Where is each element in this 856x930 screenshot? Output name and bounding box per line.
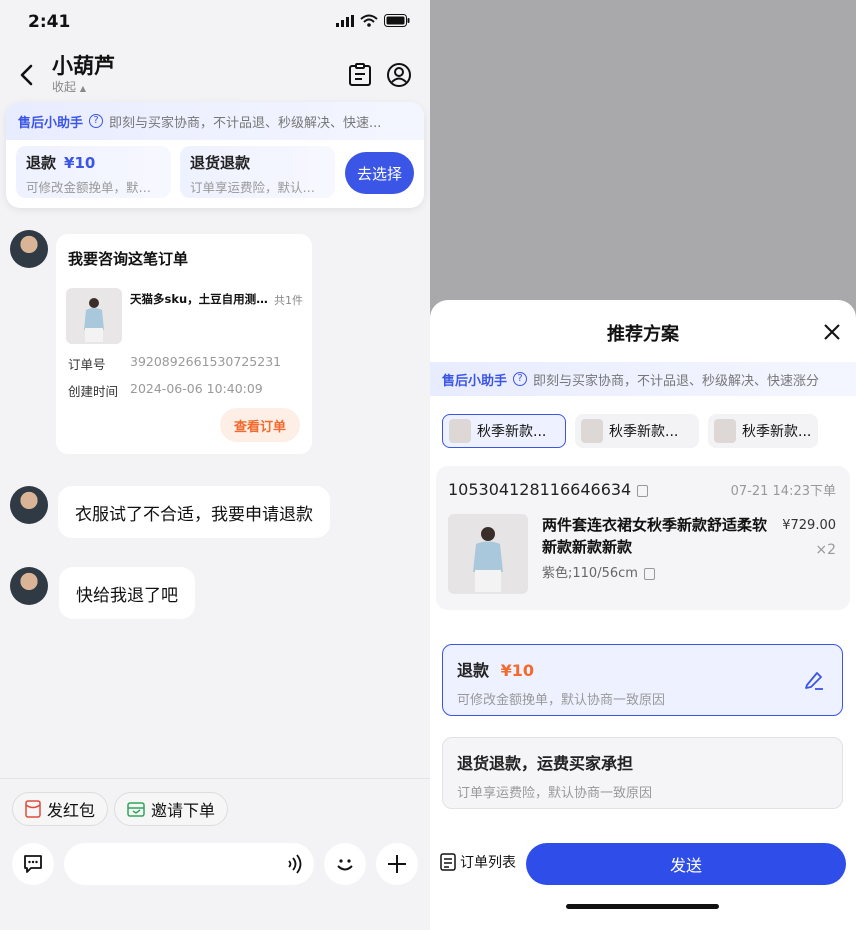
avatar[interactable] (10, 230, 48, 268)
choose-button[interactable]: 去选择 (345, 152, 414, 194)
product-name: 天猫多sku，土豆自用测试商品 (130, 292, 270, 306)
helper-name: 售后小助手 (442, 373, 508, 389)
helper-banner: 售后小助手 ? 即刻与买家协商，不计品退、秒级解决、快速... (6, 102, 424, 140)
product-tab[interactable]: 秋季新款... (708, 414, 818, 448)
status-time: 2:41 (28, 12, 71, 32)
order-time: 07-21 14:23下单 (730, 484, 836, 499)
product-thumbnail[interactable] (66, 288, 122, 344)
plan-title: 退货退款，运费买家承担 (457, 754, 634, 773)
option-desc: 订单享运费险，默认协商一致原因 (190, 180, 325, 195)
signal-icon (336, 14, 354, 27)
created-label: 创建时间 (68, 384, 119, 399)
invite-order-icon (127, 802, 145, 817)
plus-icon (388, 855, 406, 873)
copy-icon[interactable] (643, 567, 655, 580)
product-thumbnail[interactable] (448, 514, 528, 594)
tab-thumbnail (449, 419, 471, 443)
helper-desc: 即刻与买家协商，不计品退、秒级解决、快速涨分 (533, 373, 820, 389)
orders-clipboard-icon[interactable] (347, 62, 373, 88)
red-packet-button[interactable]: 发红包 (12, 792, 109, 826)
tab-label: 秋季新款... (742, 424, 812, 440)
contact-name: 小葫芦 (52, 54, 115, 78)
close-icon[interactable] (822, 322, 842, 342)
tab-label: 秋季新款... (609, 424, 679, 440)
recommend-screen: 推荐方案 售后小助手 ? 即刻与买家协商，不计品退、秒级解决、快速涨分 秋季新款… (430, 0, 856, 930)
order-list-button[interactable]: 订单列表 (440, 852, 516, 872)
tab-label: 秋季新款... (477, 424, 547, 440)
option-refund[interactable]: 退款 ¥10 可修改金额挽单，默认协商一致原因 (16, 146, 171, 198)
plan-desc: 可修改金额挽单，默认协商一致原因 (457, 693, 666, 708)
list-icon (440, 853, 456, 871)
view-order-button[interactable]: 查看订单 (220, 408, 300, 442)
message-input[interactable] (64, 843, 314, 885)
order-detail: 105304128116646634 07-21 14:23下单 两件套连衣裙女… (436, 466, 850, 610)
chip-label: 发红包 (47, 801, 96, 820)
wifi-icon (360, 14, 378, 27)
edit-pencil-icon[interactable] (803, 669, 825, 691)
product-qty: ×2 (815, 542, 836, 558)
voice-icon[interactable] (284, 854, 304, 874)
message-bubble: 衣服试了不合适，我要申请退款 (58, 486, 330, 538)
message-bubble: 快给我退了吧 (59, 567, 195, 619)
product-image (473, 527, 503, 592)
collapse-toggle[interactable]: 收起 ▲ (52, 78, 86, 95)
profile-icon[interactable] (386, 62, 412, 88)
help-icon[interactable]: ? (89, 114, 104, 128)
option-return-refund[interactable]: 退货退款 订单享运费险，默认协商一致原因 (180, 146, 335, 198)
after-sale-helper-card: 售后小助手 ? 即刻与买家协商，不计品退、秒级解决、快速... 退款 ¥10 可修… (6, 102, 424, 208)
order-card-title: 我要咨询这笔订单 (68, 250, 189, 268)
product-spec: 紫色;110/56cm (542, 562, 655, 581)
product-name: 两件套连衣裙女秋季新款舒适柔软新款新款新款 (542, 516, 768, 556)
status-icons (336, 14, 410, 27)
help-icon[interactable]: ? (513, 372, 528, 386)
plan-return-refund[interactable]: 退货退款，运费买家承担 订单享运费险，默认协商一致原因 (442, 737, 843, 809)
back-arrow-icon[interactable] (16, 62, 38, 88)
order-no-value: 3920892661530725231 (130, 354, 282, 369)
order-list-label: 订单列表 (460, 855, 516, 871)
plan-amount: ¥10 (500, 661, 534, 680)
avatar[interactable] (10, 486, 48, 524)
divider (0, 778, 430, 779)
emoji-icon (337, 859, 353, 871)
emoji-button[interactable] (324, 843, 366, 885)
invite-order-button[interactable]: 邀请下单 (114, 792, 229, 826)
product-price: ¥729.00 (782, 518, 836, 533)
red-packet-icon (25, 800, 41, 818)
helper-desc: 即刻与买家协商，不计品退、秒级解决、快速... (109, 115, 382, 131)
plan-refund[interactable]: 退款 ¥10 可修改金额挽单，默认协商一致原因 (442, 644, 843, 716)
helper-banner: 售后小助手 ? 即刻与买家协商，不计品退、秒级解决、快速涨分 (430, 362, 856, 396)
order-number: 105304128116646634 (448, 480, 649, 499)
created-value: 2024-06-06 10:40:09 (130, 381, 263, 396)
caret-up-icon: ▲ (79, 84, 86, 93)
tab-thumbnail (581, 419, 603, 443)
chip-label: 邀请下单 (151, 801, 216, 820)
avatar[interactable] (10, 567, 48, 605)
option-title: 退款 (26, 154, 57, 172)
battery-icon (384, 14, 410, 27)
option-amount: ¥10 (64, 154, 96, 172)
order-card: 我要咨询这笔订单 天猫多sku，土豆自用测试商品 共1件 订单号 3920892… (56, 234, 312, 454)
product-count: 共1件 (274, 294, 303, 307)
sheet-title: 推荐方案 (607, 324, 679, 345)
collapse-label: 收起 (52, 80, 77, 94)
product-tab[interactable]: 秋季新款... (575, 414, 699, 448)
option-title: 退货退款 (190, 154, 251, 172)
home-indicator (566, 904, 719, 909)
product-tab[interactable]: 秋季新款... (442, 414, 566, 448)
plan-desc: 订单享运费险，默认协商一致原因 (457, 786, 653, 801)
send-button[interactable]: 发送 (526, 843, 846, 885)
copy-icon[interactable] (637, 484, 649, 497)
chat-screen: 2:41 小葫芦 收起 ▲ 售后小助手 ? 即刻与买家协商，不计品退、秒级解决、… (0, 0, 430, 930)
more-button[interactable] (376, 843, 418, 885)
product-image (84, 298, 104, 342)
option-desc: 可修改金额挽单，默认协商一致原因 (26, 180, 161, 195)
plan-title: 退款 (457, 661, 490, 680)
order-no-label: 订单号 (68, 357, 106, 372)
chat-bubble-icon (24, 855, 42, 873)
quick-reply-button[interactable] (12, 843, 54, 885)
tab-thumbnail (714, 419, 736, 443)
recommend-sheet: 推荐方案 售后小助手 ? 即刻与买家协商，不计品退、秒级解决、快速涨分 秋季新款… (430, 300, 856, 930)
helper-name: 售后小助手 (18, 115, 84, 131)
